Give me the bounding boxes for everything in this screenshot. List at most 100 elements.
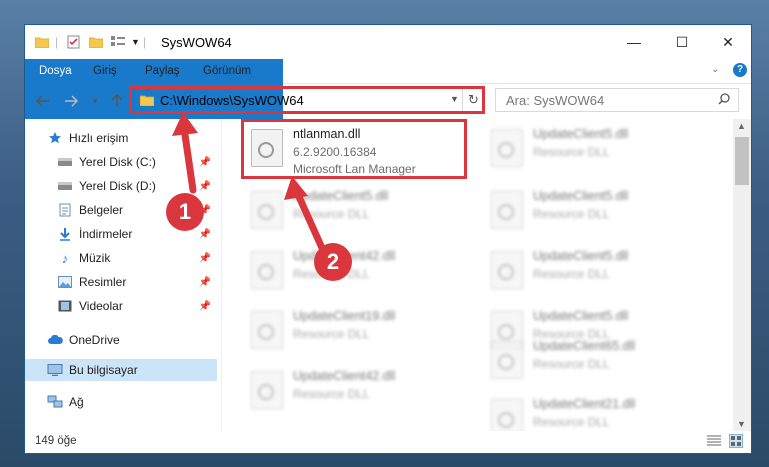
callout-step-1: 1 [166, 193, 204, 231]
documents-icon [57, 203, 73, 217]
nav-label: Belgeler [79, 203, 124, 217]
file-item[interactable]: UpdateClient65.dll Resource DLL [483, 333, 713, 393]
close-button[interactable]: ✕ [705, 25, 751, 59]
nav-item-muzik[interactable]: ♪ Müzik 📌 [57, 247, 217, 269]
nav-item-resimler[interactable]: Resimler 📌 [57, 271, 217, 293]
nav-onedrive[interactable]: OneDrive [47, 329, 239, 351]
back-button[interactable] [33, 91, 53, 111]
search-placeholder[interactable]: Ara: SysWOW64 [506, 93, 604, 108]
pin-icon[interactable]: 📌 [199, 253, 211, 264]
up-button[interactable] [107, 91, 127, 111]
separator: | [55, 35, 59, 49]
tab-paylas[interactable]: Paylaş [135, 59, 190, 83]
file-name: UpdateClient19.dll [293, 309, 396, 323]
dll-file-icon [491, 399, 523, 431]
search-icon[interactable] [718, 93, 730, 108]
details-view-icon[interactable] [707, 435, 721, 450]
search-box[interactable]: Ara: SysWOW64 [495, 88, 739, 112]
separator: | [143, 35, 147, 49]
music-icon: ♪ [61, 250, 69, 266]
view-options-icon[interactable] [111, 34, 127, 50]
file-name: UpdateClient5.dll [533, 127, 629, 141]
pin-icon[interactable]: 📌 [199, 181, 211, 192]
maximize-button[interactable]: ☐ [659, 25, 705, 59]
cloud-icon [47, 333, 63, 347]
dll-file-icon [491, 129, 523, 167]
properties-icon[interactable] [67, 34, 81, 50]
file-name: UpdateClient65.dll [533, 339, 636, 353]
item-count: 149 öğe [35, 435, 77, 447]
navigation-pane: Hızlı erişim Yerel Disk (C:) 📌 Yerel Dis… [25, 119, 221, 429]
file-highlight [241, 119, 467, 179]
folder-icon [35, 34, 49, 50]
file-item[interactable]: UpdateClient42.dll Resource DLL [243, 363, 473, 423]
file-item[interactable]: UpdateClient5.dll Resource DLL [483, 121, 713, 181]
nav-label: Yerel Disk (D:) [79, 179, 156, 193]
file-type: Resource DLL [293, 207, 370, 221]
file-item[interactable]: UpdateClient5.dll Resource DLL [483, 183, 713, 243]
file-item[interactable]: UpdateClient5.dll Resource DLL [483, 243, 713, 303]
pin-icon[interactable]: 📌 [199, 157, 211, 168]
minimize-button[interactable]: — [611, 25, 657, 59]
drive-icon [57, 155, 73, 169]
callout-step-2: 2 [314, 243, 352, 281]
nav-item-disk-c[interactable]: Yerel Disk (C:) 📌 [57, 151, 217, 173]
nav-this-pc[interactable]: Bu bilgisayar [25, 359, 217, 381]
nav-item-videolar[interactable]: Videolar 📌 [57, 295, 217, 317]
quick-access-dropdown-icon[interactable]: ▼ [131, 34, 140, 50]
file-item[interactable]: UpdateClient42.dll Resource DLL [243, 243, 473, 303]
pin-icon[interactable]: 📌 [199, 301, 211, 312]
pictures-icon [57, 275, 73, 289]
dll-file-icon [251, 191, 283, 229]
download-icon [57, 227, 73, 241]
star-icon [47, 131, 63, 145]
file-name: UpdateClient5.dll [293, 189, 389, 203]
title-bar: | ▼ | SysWOW64 — ☐ ✕ [25, 25, 751, 59]
drive-icon [57, 179, 73, 193]
file-item[interactable]: UpdateClient5.dll Resource DLL [243, 183, 473, 243]
network-icon [47, 395, 63, 409]
file-type: Resource DLL [533, 207, 610, 221]
tab-gorunum[interactable]: Görünüm [193, 59, 261, 83]
nav-label: Hızlı erişim [69, 131, 129, 145]
vertical-scrollbar[interactable]: ▲ ▼ [733, 119, 751, 431]
scroll-down-icon[interactable]: ▼ [737, 419, 746, 429]
file-list: ntlanman.dll 6.2.9200.16384 Microsoft La… [239, 119, 729, 431]
status-bar: 149 öğe [25, 431, 751, 453]
file-name: UpdateClient5.dll [533, 189, 629, 203]
file-item[interactable]: UpdateClient21.dll Resource DLL [483, 391, 713, 431]
new-folder-icon[interactable] [89, 34, 103, 50]
file-type: Resource DLL [533, 415, 610, 429]
file-type: Resource DLL [293, 387, 370, 401]
dll-file-icon [251, 311, 283, 349]
dll-file-icon [251, 371, 283, 409]
tab-giris[interactable]: Giriş [83, 59, 127, 83]
nav-label: Resimler [79, 275, 127, 289]
forward-button[interactable] [61, 91, 81, 111]
nav-label: Videolar [79, 299, 123, 313]
nav-label: Yerel Disk (C:) [79, 155, 156, 169]
address-highlight [129, 86, 485, 114]
file-item[interactable]: UpdateClient19.dll Resource DLL [243, 303, 473, 363]
videos-icon [57, 299, 73, 313]
scroll-up-icon[interactable]: ▲ [737, 121, 746, 131]
nav-network[interactable]: Ağ [47, 391, 239, 413]
file-type: Resource DLL [533, 145, 610, 159]
nav-quick-access[interactable]: Hızlı erişim [47, 127, 239, 149]
file-name: UpdateClient5.dll [533, 249, 629, 263]
dll-file-icon [491, 191, 523, 229]
tiles-view-icon[interactable] [729, 434, 743, 448]
navigation-bar: ▾ C:\Windows\SysWOW64 ▼ ↻ Ara: SysWOW64 [25, 84, 751, 118]
expand-ribbon-icon[interactable]: ⌄ [711, 64, 719, 75]
window-title: SysWOW64 [161, 35, 232, 50]
pin-icon[interactable]: 📌 [199, 277, 211, 288]
recent-locations-icon[interactable]: ▾ [85, 91, 105, 111]
pin-icon[interactable]: 📌 [199, 229, 211, 240]
nav-label: OneDrive [69, 333, 120, 347]
nav-item-disk-d[interactable]: Yerel Disk (D:) 📌 [57, 175, 217, 197]
file-type: Resource DLL [533, 357, 610, 371]
help-icon[interactable]: ? [733, 63, 747, 77]
scrollbar-thumb[interactable] [735, 137, 749, 185]
explorer-window: | ▼ | SysWOW64 — ☐ ✕ Dosya Giriş Paylaş … [24, 24, 752, 454]
dll-file-icon [251, 251, 283, 289]
